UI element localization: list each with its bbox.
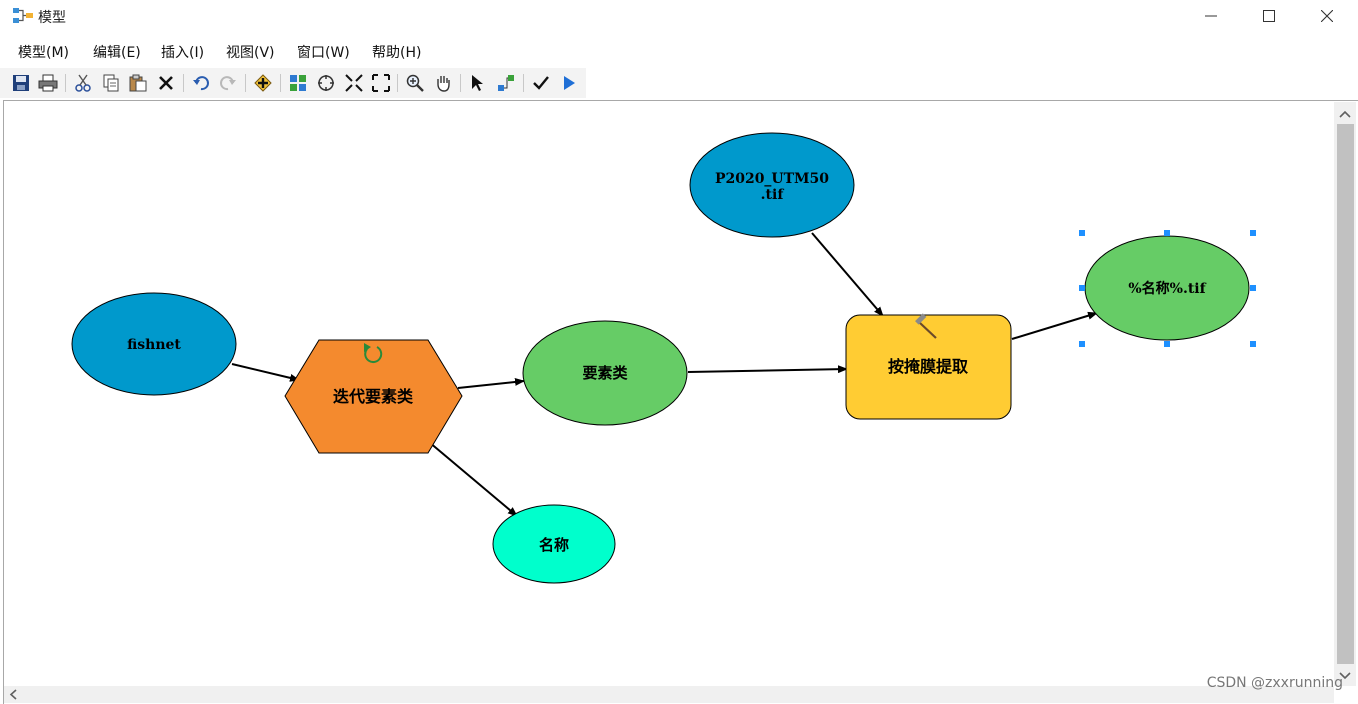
auto-layout-icon bbox=[290, 75, 306, 91]
node-output[interactable]: %名称%.tif bbox=[1079, 230, 1256, 347]
delete-button[interactable] bbox=[155, 72, 177, 94]
watermark: CSDN @zxxrunning bbox=[1206, 675, 1343, 691]
scroll-up-icon[interactable] bbox=[1334, 104, 1356, 124]
menu-window[interactable]: 窗口(W) bbox=[297, 42, 350, 62]
node-extract-by-mask[interactable]: 按掩膜提取 bbox=[845, 313, 1012, 420]
name-label: 名称 bbox=[539, 536, 569, 554]
node-fishnet[interactable]: fishnet bbox=[71, 292, 237, 396]
select-icon bbox=[472, 75, 483, 91]
copy-icon bbox=[103, 74, 119, 92]
window-title: 模型 bbox=[38, 10, 66, 26]
toolbar-separator bbox=[183, 74, 184, 92]
redo-button[interactable] bbox=[217, 72, 239, 94]
node-iterate-feature-classes[interactable]: 迭代要素类 bbox=[284, 339, 463, 454]
connector-iterate-featureclass[interactable] bbox=[457, 377, 525, 389]
menu-insert[interactable]: 插入(I) bbox=[161, 42, 204, 62]
print-icon bbox=[38, 74, 58, 92]
connector-fishnet-iterate[interactable] bbox=[231, 363, 300, 382]
menu-bar: 模型(M) 编辑(E) 插入(I) 视图(V) 窗口(W) 帮助(H) bbox=[0, 38, 1358, 64]
featureclass-label: 要素类 bbox=[582, 364, 628, 382]
fishnet-label: fishnet bbox=[127, 337, 181, 353]
undo-button[interactable] bbox=[190, 72, 212, 94]
connector-iterate-name[interactable] bbox=[428, 441, 518, 517]
zoom-in-icon bbox=[406, 74, 424, 92]
toolbar-separator bbox=[397, 74, 398, 92]
menu-edit[interactable]: 编辑(E) bbox=[93, 42, 141, 62]
model-canvas[interactable]: fishnet 迭代要素类 要素类 名称 P2020_UTM50 .tif 按掩… bbox=[3, 100, 1358, 704]
vertical-scroll-thumb[interactable] bbox=[1337, 124, 1354, 664]
title-bar: 模型 bbox=[0, 0, 1358, 32]
paste-button[interactable] bbox=[127, 72, 149, 94]
pan-icon bbox=[437, 76, 450, 92]
iterate-label: 迭代要素类 bbox=[333, 387, 414, 406]
fixed-zoom-out-icon bbox=[372, 74, 390, 92]
connect-button[interactable] bbox=[495, 72, 517, 94]
redo-icon bbox=[220, 76, 236, 91]
maximize-icon bbox=[1263, 10, 1275, 22]
menu-view[interactable]: 视图(V) bbox=[226, 42, 275, 62]
connector-featureclass-extract[interactable] bbox=[687, 365, 848, 374]
raster-label-line1: P2020_UTM50 bbox=[715, 171, 829, 187]
connector-raster-extract[interactable] bbox=[811, 232, 884, 317]
connector-extract-output[interactable] bbox=[1011, 311, 1098, 340]
zoom-in-button[interactable] bbox=[404, 72, 426, 94]
validate-icon bbox=[533, 76, 549, 90]
node-raster-input[interactable]: P2020_UTM50 .tif bbox=[689, 132, 855, 238]
close-button[interactable] bbox=[1298, 0, 1356, 32]
menu-model[interactable]: 模型(M) bbox=[18, 42, 69, 62]
undo-icon bbox=[193, 76, 209, 91]
full-extent-icon bbox=[318, 75, 334, 91]
toolbar-separator bbox=[280, 74, 281, 92]
close-icon bbox=[1321, 10, 1333, 22]
delete-icon bbox=[159, 76, 173, 90]
toolbar-separator bbox=[523, 74, 524, 92]
fixed-zoom-out-button[interactable] bbox=[370, 72, 392, 94]
validate-button[interactable] bbox=[530, 72, 552, 94]
menu-help[interactable]: 帮助(H) bbox=[372, 42, 421, 62]
connect-icon bbox=[498, 75, 514, 91]
run-icon bbox=[564, 76, 575, 90]
raster-label-line2: .tif bbox=[761, 187, 785, 203]
minimize-icon bbox=[1205, 15, 1217, 17]
auto-layout-button[interactable] bbox=[287, 72, 309, 94]
model-diagram: fishnet 迭代要素类 要素类 名称 P2020_UTM50 .tif 按掩… bbox=[71, 132, 1256, 584]
extract-label: 按掩膜提取 bbox=[888, 357, 968, 376]
copy-button[interactable] bbox=[100, 72, 122, 94]
output-label: %名称%.tif bbox=[1128, 280, 1206, 297]
maximize-button[interactable] bbox=[1240, 0, 1298, 32]
horizontal-scrollbar[interactable] bbox=[4, 686, 1334, 703]
print-button[interactable] bbox=[37, 72, 59, 94]
cut-button[interactable] bbox=[72, 72, 94, 94]
save-button[interactable] bbox=[10, 72, 32, 94]
add-data-icon bbox=[254, 74, 272, 92]
node-feature-class[interactable]: 要素类 bbox=[522, 320, 688, 426]
fixed-zoom-in-icon bbox=[345, 74, 363, 92]
paste-icon bbox=[129, 74, 147, 92]
toolbar-separator bbox=[245, 74, 246, 92]
toolbar bbox=[0, 68, 586, 98]
model-builder-icon bbox=[13, 8, 33, 23]
minimize-button[interactable] bbox=[1182, 0, 1240, 32]
cut-icon bbox=[75, 74, 91, 92]
run-button[interactable] bbox=[558, 72, 580, 94]
scroll-left-icon[interactable] bbox=[4, 686, 24, 703]
select-button[interactable] bbox=[467, 72, 489, 94]
toolbar-separator bbox=[65, 74, 66, 92]
full-extent-button[interactable] bbox=[315, 72, 337, 94]
pan-button[interactable] bbox=[432, 72, 454, 94]
node-name[interactable]: 名称 bbox=[492, 504, 616, 584]
fixed-zoom-in-button[interactable] bbox=[343, 72, 365, 94]
toolbar-separator bbox=[460, 74, 461, 92]
save-icon bbox=[13, 75, 29, 91]
add-data-button[interactable] bbox=[252, 72, 274, 94]
